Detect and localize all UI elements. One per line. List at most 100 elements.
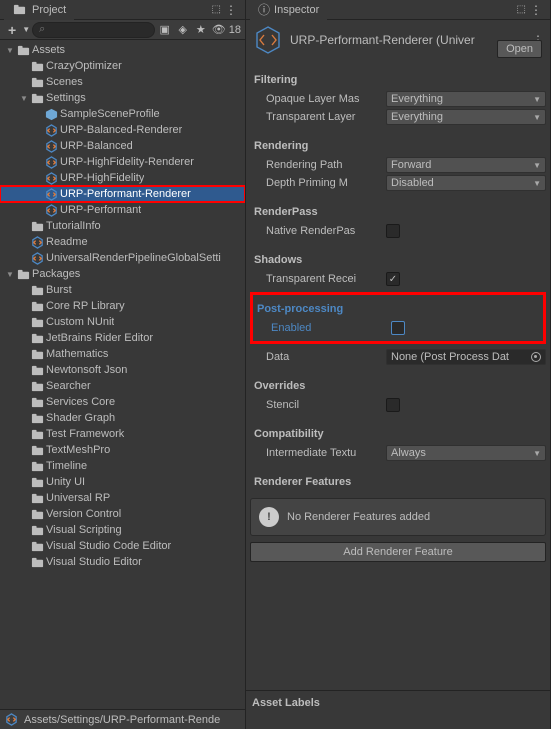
tree-row[interactable]: Shader Graph xyxy=(0,410,245,426)
folder-icon xyxy=(30,443,44,457)
filter-label-icon[interactable]: ◈ xyxy=(175,22,191,38)
tree-row[interactable]: Unity UI xyxy=(0,474,245,490)
panel-menu-icon[interactable]: ⋮ xyxy=(530,3,542,17)
section-title: RenderPass xyxy=(250,202,546,222)
urp-icon xyxy=(44,171,58,185)
folder-icon xyxy=(30,427,44,441)
tree-label: Scenes xyxy=(46,76,83,88)
object-picker-icon[interactable] xyxy=(531,352,541,362)
folder-icon xyxy=(30,331,44,345)
urp-icon xyxy=(44,187,58,201)
tree-row[interactable]: JetBrains Rider Editor xyxy=(0,330,245,346)
lock-icon[interactable]: ⬚ xyxy=(212,4,221,15)
tree-row[interactable]: Version Control xyxy=(0,506,245,522)
info-icon: ! xyxy=(259,507,279,527)
asset-type-icon xyxy=(252,24,284,56)
tree-row[interactable]: URP-Balanced-Renderer xyxy=(0,122,245,138)
post-processing-enabled-checkbox[interactable] xyxy=(391,321,405,335)
tree-row[interactable]: Scenes xyxy=(0,74,245,90)
inspector-body: URP-Performant-Renderer (Univer ⋮ Open F… xyxy=(246,20,550,690)
add-renderer-feature-button[interactable]: Add Renderer Feature xyxy=(250,542,546,562)
tree-row[interactable]: URP-Performant-Renderer xyxy=(0,186,245,202)
tree-label: Services Core xyxy=(46,396,115,408)
folder-icon xyxy=(30,379,44,393)
tree-label: Visual Studio Editor xyxy=(46,556,142,568)
tree-row[interactable]: Timeline xyxy=(0,458,245,474)
tree-row[interactable]: Visual Studio Editor xyxy=(0,554,245,570)
tree-row[interactable]: SampleSceneProfile xyxy=(0,106,245,122)
tree-label: Core RP Library xyxy=(46,300,125,312)
urp-icon xyxy=(44,203,58,217)
tree-row[interactable]: Searcher xyxy=(0,378,245,394)
transparent-receive-checkbox[interactable] xyxy=(386,272,400,286)
project-tree[interactable]: ▼AssetsCrazyOptimizer Scenes ▼SettingsSamp… xyxy=(0,40,245,709)
inspector-header: URP-Performant-Renderer (Univer ⋮ Open xyxy=(250,20,546,60)
tree-row[interactable]: Custom NUnit xyxy=(0,314,245,330)
field-label: Rendering Path xyxy=(266,159,386,171)
tree-row[interactable]: Readme xyxy=(0,234,245,250)
tree-row[interactable]: CrazyOptimizer xyxy=(0,58,245,74)
urp-icon xyxy=(44,155,58,169)
tree-row[interactable]: ▼ Packages xyxy=(0,266,245,282)
rendering-path-dropdown[interactable]: Forward▼ xyxy=(386,157,546,173)
project-icon xyxy=(12,3,26,17)
tree-label: Version Control xyxy=(46,508,121,520)
tree-label: Newtonsoft Json xyxy=(46,364,127,376)
post-process-data-field[interactable]: None (Post Process Dat xyxy=(386,349,546,365)
section-compatibility: Compatibility Intermediate TextuAlways▼ xyxy=(250,424,546,462)
section-shadows: Shadows Transparent Recei xyxy=(250,250,546,288)
tree-row[interactable]: URP-HighFidelity-Renderer xyxy=(0,154,245,170)
tree-label: Universal RP xyxy=(46,492,110,504)
section-title: Post-processing xyxy=(255,299,541,319)
expand-arrow-icon[interactable]: ▼ xyxy=(4,270,16,279)
filter-type-icon[interactable]: ▣ xyxy=(157,22,173,38)
tree-label: Custom NUnit xyxy=(46,316,114,328)
opaque-layer-dropdown[interactable]: Everything▼ xyxy=(386,91,546,107)
urp-icon xyxy=(30,235,44,249)
project-tab-label: Project xyxy=(32,4,66,16)
tree-row[interactable]: Newtonsoft Json xyxy=(0,362,245,378)
asset-icon xyxy=(4,713,18,727)
panel-menu-icon[interactable]: ⋮ xyxy=(225,3,237,17)
tree-row[interactable]: URP-HighFidelity xyxy=(0,170,245,186)
tree-row[interactable]: Visual Studio Code Editor xyxy=(0,538,245,554)
tree-row[interactable]: ▼Assets xyxy=(0,42,245,58)
tree-label: Timeline xyxy=(46,460,87,472)
expand-arrow-icon[interactable]: ▼ xyxy=(4,46,16,55)
transparent-layer-dropdown[interactable]: Everything▼ xyxy=(386,109,546,125)
search-input[interactable]: ⌕ xyxy=(32,22,155,38)
tree-row[interactable]: Core RP Library xyxy=(0,298,245,314)
stencil-checkbox[interactable] xyxy=(386,398,400,412)
intermediate-texture-dropdown[interactable]: Always▼ xyxy=(386,445,546,461)
tree-row[interactable]: Services Core xyxy=(0,394,245,410)
tree-label: Packages xyxy=(32,268,80,280)
field-label: Stencil xyxy=(266,399,386,411)
create-button[interactable]: + xyxy=(4,22,20,38)
footer-path: Assets/Settings/URP-Performant-Rende xyxy=(24,714,220,726)
tree-row[interactable]: Universal RP xyxy=(0,490,245,506)
hidden-icon[interactable]: 👁 xyxy=(211,22,227,38)
tree-row[interactable]: TutorialInfo xyxy=(0,218,245,234)
inspector-tab[interactable]: ⓘ Inspector xyxy=(250,0,327,20)
depth-priming-dropdown[interactable]: Disabled▼ xyxy=(386,175,546,191)
favorite-icon[interactable]: ★ xyxy=(193,22,209,38)
tree-row[interactable]: Test Framework xyxy=(0,426,245,442)
open-button[interactable]: Open xyxy=(497,40,542,58)
project-tab[interactable]: Project xyxy=(4,0,74,20)
native-renderpass-checkbox[interactable] xyxy=(386,224,400,238)
tree-row[interactable]: Visual Scripting xyxy=(0,522,245,538)
tree-row[interactable]: ▼Settings xyxy=(0,90,245,106)
tree-label: Mathematics xyxy=(46,348,108,360)
tree-row[interactable]: UniversalRenderPipelineGlobalSetti xyxy=(0,250,245,266)
tree-row[interactable]: TextMeshPro xyxy=(0,442,245,458)
lock-icon[interactable]: ⬚ xyxy=(517,4,526,15)
tree-row[interactable]: URP-Performant xyxy=(0,202,245,218)
tree-label: JetBrains Rider Editor xyxy=(46,332,153,344)
hidden-count: 18 xyxy=(229,24,241,36)
no-features-box: ! No Renderer Features added xyxy=(250,498,546,536)
expand-arrow-icon[interactable]: ▼ xyxy=(18,94,30,103)
tree-row[interactable]: URP-Balanced xyxy=(0,138,245,154)
project-toolbar: +▼ ⌕ ▣ ◈ ★ 👁18 xyxy=(0,20,245,40)
tree-row[interactable]: Mathematics xyxy=(0,346,245,362)
tree-row[interactable]: Burst xyxy=(0,282,245,298)
